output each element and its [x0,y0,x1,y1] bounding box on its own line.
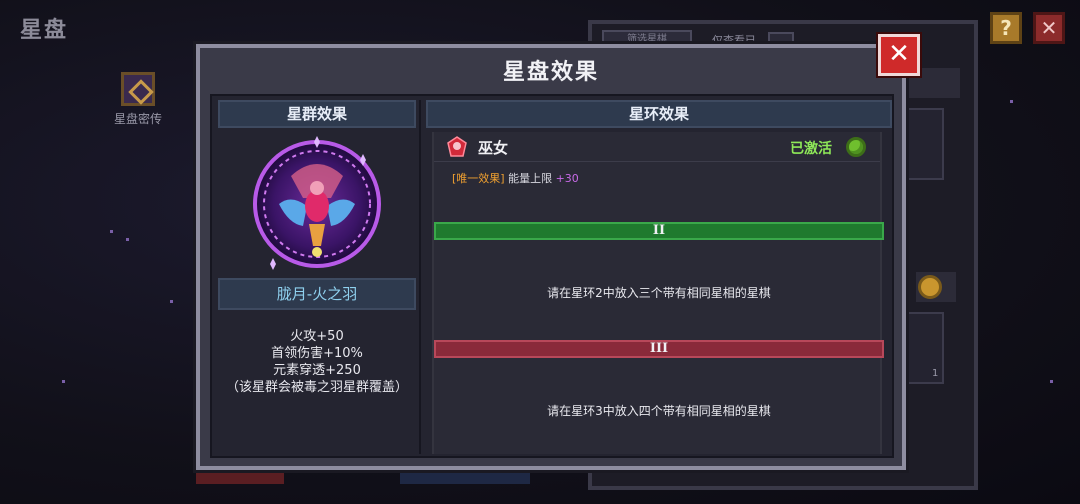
ring-header: 星环效果 [426,100,892,128]
cluster-name: 胧月-火之羽 [218,278,416,310]
dialog-close-button[interactable]: ✕ [878,34,920,76]
ring1-effect-row: 巫女 已激活 [434,132,880,162]
effect-tag: [唯一效果] [452,172,505,185]
dialog-content: 星群效果 胧月-火之羽 火攻+50 首领伤害+10% 元素穿透+250 （该星群… [210,94,894,458]
coin-icon [918,275,942,299]
star-decoration [1050,380,1053,383]
ring2-bar: II [434,222,884,240]
active-indicator-icon [846,137,866,157]
screen-close-button[interactable]: ✕ [1033,12,1065,44]
star-decoration [62,380,65,383]
ring-effects-list: 巫女 已激活 [唯一效果] 能量上限 +30 II 请在星环2中放入三个带有相同… [432,132,884,454]
effect-status: 已激活 [790,141,832,157]
effect-value: +30 [555,172,579,185]
effect-detail: [唯一效果] 能量上限 +30 [452,170,579,186]
red-gem-icon [447,136,467,157]
background-bar [400,470,530,484]
background-card [900,108,944,180]
ring2-description: 请在星环2中放入三个带有相同星相的星棋 [547,286,771,300]
star-decoration [126,238,129,241]
star-decoration [1010,100,1013,103]
cluster-bonus-list: 火攻+50 首领伤害+10% 元素穿透+250 （该星群会被毒之羽星群覆盖） [218,328,416,396]
bonus-item: （该星群会被毒之羽星群覆盖） [225,380,408,395]
screen-title: 星盘 [20,18,69,43]
bonus-item: 火攻+50 [290,329,344,344]
bonus-item: 元素穿透+250 [273,363,361,378]
pane-divider [419,100,421,454]
effect-name: 巫女 [478,139,509,157]
bonus-item: 首领伤害+10% [271,346,363,361]
cluster-header: 星群效果 [218,100,416,128]
background-bar [196,470,284,484]
effect-text: 能量上限 [508,172,553,185]
help-button[interactable]: ? [990,12,1022,44]
cluster-pane: 星群效果 胧月-火之羽 火攻+50 首领伤害+10% 元素穿透+250 （该星群… [218,100,416,454]
effect-dialog: 星盘效果 ✕ 星群效果 胧月-火之羽 火攻+50 首领伤害+10% 元素穿透+2… [196,34,920,470]
star-decoration [170,300,173,303]
scroll-icon [121,72,155,106]
item-count: 1 [932,368,939,379]
ring3-description: 请在星环3中放入四个带有相同星相的星棋 [547,404,771,418]
ring-pane: 星环效果 巫女 已激活 [唯一效果] 能量上限 +30 II 请在星环2中放入三… [426,100,892,454]
secret-label: 星盘密传 [113,112,162,126]
secret-item[interactable]: 星盘密传 [108,72,168,127]
dialog-title: 星盘效果 [502,60,599,85]
cluster-emblem-icon [253,136,381,270]
star-decoration [110,230,113,233]
ring3-bar: III [434,340,884,358]
